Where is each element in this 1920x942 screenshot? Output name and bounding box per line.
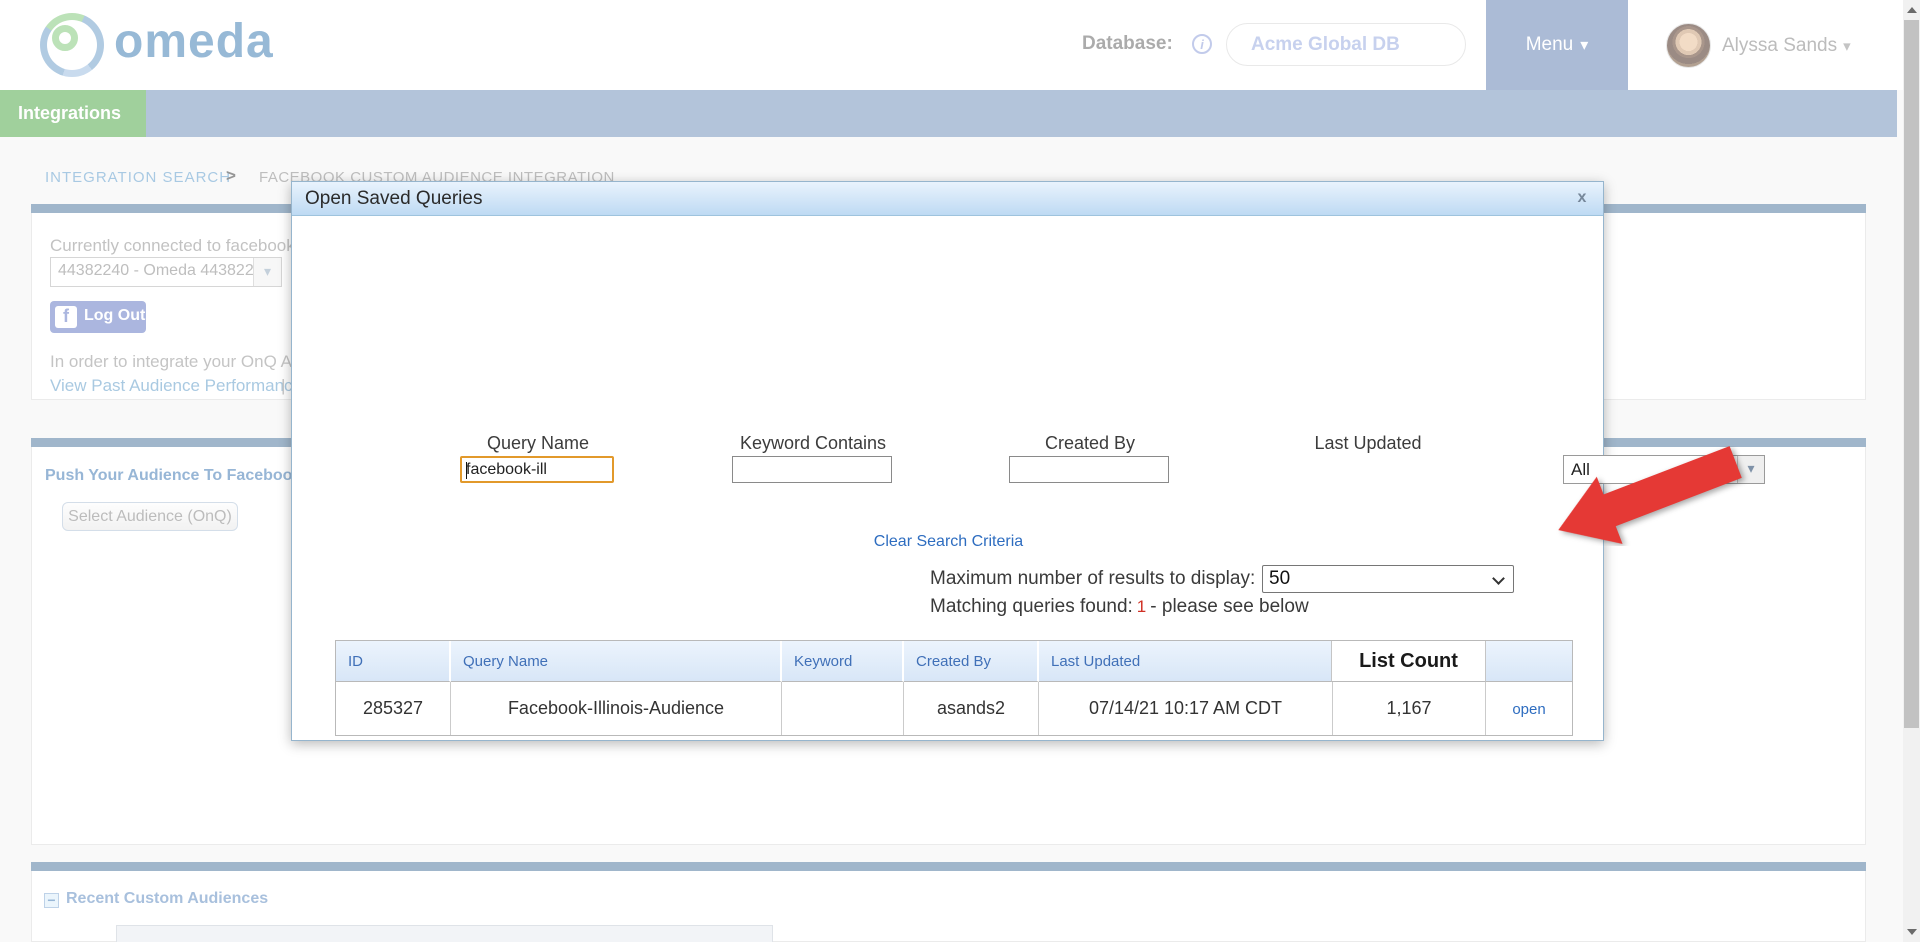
- query-name-label: Query Name: [428, 433, 648, 454]
- query-name-input[interactable]: facebook-ill: [460, 456, 614, 483]
- scroll-down-icon[interactable]: [1907, 929, 1917, 935]
- dialog-titlebar[interactable]: Open Saved Queries x: [292, 182, 1603, 216]
- dialog-title: Open Saved Queries: [305, 188, 482, 210]
- matching-count: 1: [1133, 597, 1150, 616]
- page-scrollbar[interactable]: [1903, 0, 1920, 942]
- close-icon[interactable]: x: [1571, 187, 1593, 209]
- scroll-up-icon[interactable]: [1907, 7, 1917, 13]
- scrollbar-thumb[interactable]: [1904, 20, 1919, 728]
- col-header-list-count[interactable]: List Count: [1331, 641, 1486, 682]
- matching-queries-line: Matching queries found:1- please see bel…: [930, 596, 1309, 618]
- clear-search-criteria-link: Clear Search Criteria: [292, 533, 1605, 551]
- col-header-query-name[interactable]: Query Name: [451, 641, 782, 682]
- open-query-link[interactable]: open: [1512, 701, 1545, 718]
- col-header-id[interactable]: ID: [336, 641, 451, 682]
- cell-last-updated: 07/14/21 10:17 AM CDT: [1039, 682, 1333, 735]
- max-results-label: Maximum number of results to display:: [930, 568, 1255, 590]
- screen: omeda Database: i Acme Global DB Menu Al…: [0, 0, 1920, 942]
- col-header-keyword[interactable]: Keyword: [782, 641, 904, 682]
- keyword-contains-input[interactable]: [732, 456, 892, 483]
- col-header-created-by[interactable]: Created By: [904, 641, 1039, 682]
- created-by-input[interactable]: [1009, 456, 1169, 483]
- col-header-last-updated[interactable]: Last Updated: [1039, 641, 1333, 682]
- cell-keyword: [782, 682, 904, 735]
- cell-list-count: 1,167: [1333, 682, 1486, 735]
- cell-query-name: Facebook-Illinois-Audience: [451, 682, 782, 735]
- cell-action: open: [1486, 682, 1572, 735]
- col-header-actions: [1486, 641, 1572, 682]
- cell-id: 285327: [336, 682, 451, 735]
- clear-search-criteria-text[interactable]: Clear Search Criteria: [874, 533, 1023, 550]
- saved-queries-table: ID Query Name Keyword Created By Last Up…: [335, 640, 1573, 736]
- open-saved-queries-dialog: Open Saved Queries x Query Name Keyword …: [291, 181, 1604, 741]
- max-results-select[interactable]: 50: [1262, 565, 1514, 593]
- red-arrow-annotation: [1552, 446, 1752, 546]
- chevron-down-icon: [1492, 572, 1505, 585]
- last-updated-label: Last Updated: [1258, 433, 1478, 454]
- created-by-label: Created By: [980, 433, 1200, 454]
- cell-created-by: asands2: [904, 682, 1039, 735]
- keyword-contains-label: Keyword Contains: [703, 433, 923, 454]
- text-cursor: [466, 462, 467, 479]
